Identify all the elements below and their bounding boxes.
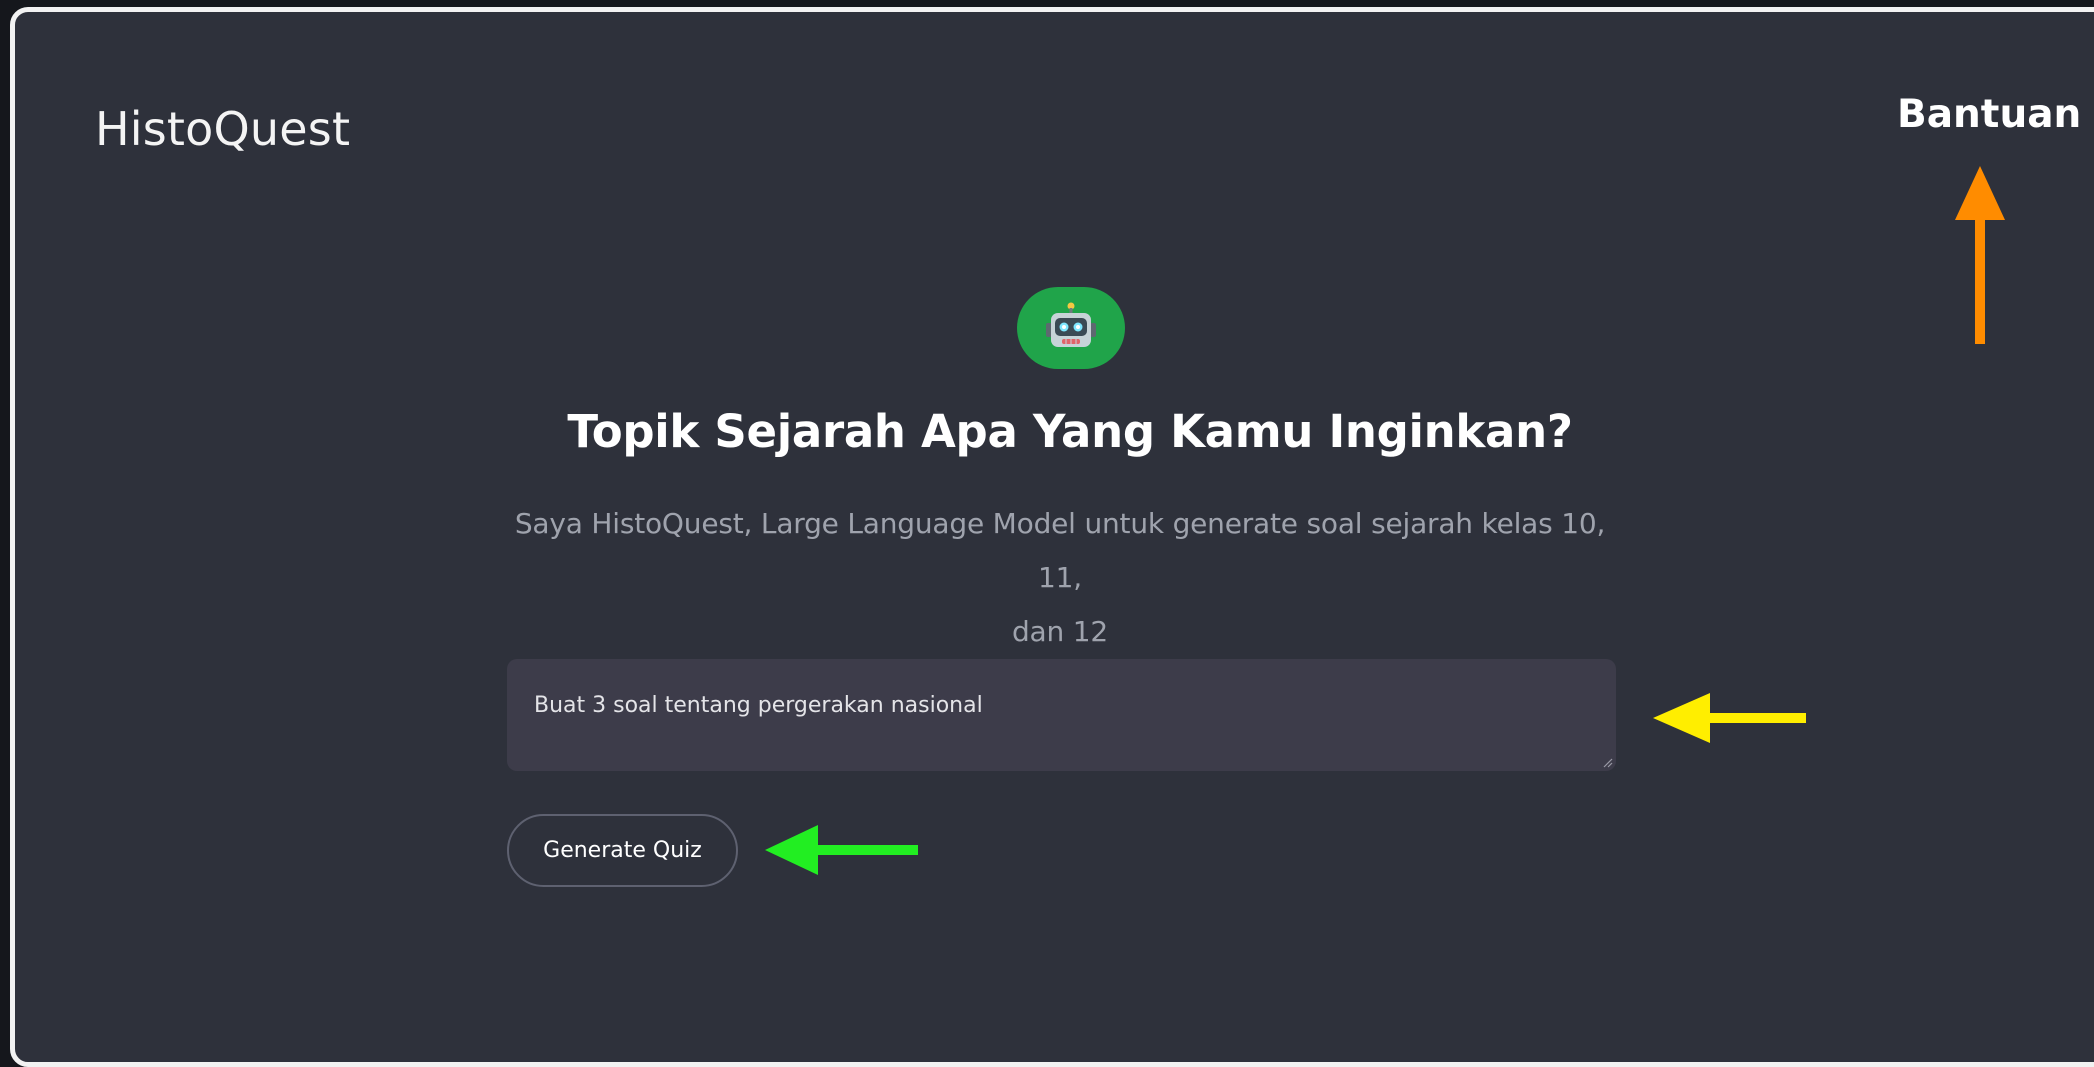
page-subtitle: Saya HistoQuest, Large Language Model un… [500, 497, 1620, 659]
avatar [1017, 287, 1125, 369]
resize-grip-icon[interactable] [1601, 756, 1613, 768]
subtitle-line-2: dan 12 [1011, 615, 1108, 648]
app-title: HistoQuest [95, 102, 351, 156]
prompt-input-value: Buat 3 soal tentang pergerakan nasional [534, 693, 983, 718]
help-link[interactable]: Bantuan [1897, 92, 2081, 137]
generate-quiz-button[interactable]: Generate Quiz [507, 814, 738, 887]
subtitle-line-1: Saya HistoQuest, Large Language Model un… [514, 507, 1606, 594]
green-arrow-left-icon [765, 825, 918, 875]
prompt-input[interactable]: Buat 3 soal tentang pergerakan nasional [507, 659, 1616, 771]
orange-arrow-up-icon [1955, 166, 2005, 344]
robot-icon [1046, 302, 1096, 347]
page-title: Topik Sejarah Apa Yang Kamu Inginkan? [567, 405, 1573, 458]
yellow-arrow-left-icon [1653, 693, 1806, 743]
